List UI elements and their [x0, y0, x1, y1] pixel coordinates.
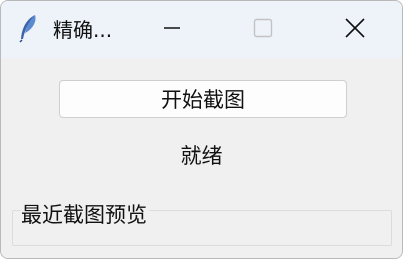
feather-icon — [17, 13, 39, 43]
title-bar[interactable]: 精确... — [1, 1, 402, 58]
app-window: 精确... 开始截图 就绪 最近截图预览 — [0, 0, 403, 259]
minimize-button[interactable] — [149, 10, 195, 50]
client-area: 开始截图 就绪 最近截图预览 — [1, 58, 402, 258]
preview-label: 最近截图预览 — [21, 199, 149, 229]
window-title: 精确... — [53, 18, 113, 42]
maximize-icon — [253, 18, 273, 42]
maximize-button[interactable] — [240, 10, 286, 50]
minimize-icon — [162, 18, 182, 42]
status-text: 就绪 — [180, 144, 223, 168]
close-icon — [344, 17, 366, 43]
close-button[interactable] — [332, 10, 378, 50]
start-capture-button[interactable]: 开始截图 — [59, 80, 347, 118]
